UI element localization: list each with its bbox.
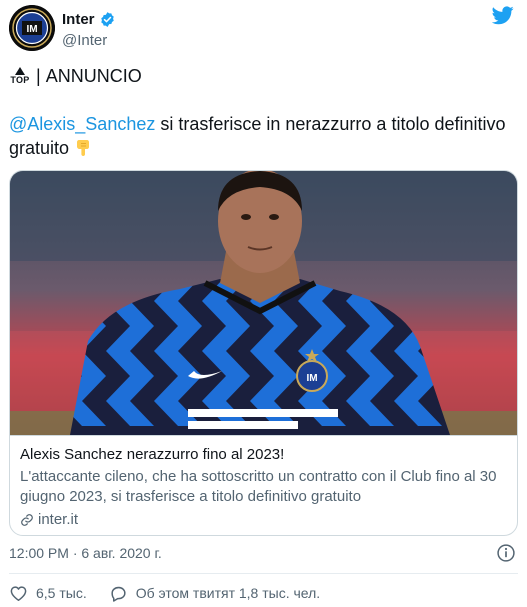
tweet-body: @Alexis_Sanchez si trasferisce in nerazz…: [9, 112, 509, 160]
backhand-index-pointing-down-icon: [77, 140, 90, 156]
card-image[interactable]: IM: [10, 171, 517, 435]
tweet-header: IM Inter @Inter: [9, 5, 518, 53]
like-action[interactable]: 6,5 тыс.: [9, 584, 87, 603]
inter-logo: IM: [9, 5, 55, 51]
discussion-action[interactable]: Об этом твитят 1,8 тыс. чел.: [109, 584, 320, 603]
card-title[interactable]: Alexis Sanchez nerazzurro fino al 2023!: [20, 445, 507, 465]
info-icon[interactable]: [496, 543, 516, 563]
account-name-row[interactable]: Inter: [62, 11, 116, 28]
card-description[interactable]: L'attaccante cileno, che ha sottoscritto…: [20, 467, 507, 507]
speech-bubble-icon[interactable]: [109, 584, 128, 603]
heart-icon[interactable]: [9, 584, 28, 603]
card-body[interactable]: Alexis Sanchez nerazzurro fino al 2023! …: [10, 435, 517, 535]
mention-link[interactable]: @Alexis_Sanchez: [9, 114, 155, 134]
tweet-actions: 6,5 тыс. Об этом твитят 1,8 тыс. чел.: [9, 582, 320, 604]
link-icon: [21, 514, 33, 526]
tweet-meta: 12:00 PM · 6 авг. 2020 г.: [9, 543, 518, 565]
verified-badge-icon: [100, 12, 114, 27]
separator: |: [36, 66, 41, 86]
tweet-headline: ANNUNCIO: [45, 66, 142, 86]
top-arrow-icon: [15, 67, 25, 75]
timestamp[interactable]: 12:00 PM · 6 авг. 2020 г.: [9, 545, 162, 561]
card-domain[interactable]: inter.it: [20, 510, 507, 530]
svg-text:IM: IM: [306, 373, 317, 384]
svg-text:IM: IM: [26, 24, 37, 35]
account-name[interactable]: Inter: [62, 11, 95, 28]
top-badge: TOP: [9, 67, 31, 85]
discussion-count[interactable]: Об этом твитят 1,8 тыс. чел.: [136, 585, 320, 601]
tweet-headline-line: TOP | ANNUNCIO: [9, 64, 509, 88]
tweet-text: TOP | ANNUNCIO @Alexis_Sanchez si trasfe…: [9, 64, 509, 160]
account-handle[interactable]: @Inter: [62, 32, 107, 49]
card-domain-text[interactable]: inter.it: [38, 510, 78, 530]
twitter-bird-icon[interactable]: [492, 6, 514, 25]
avatar[interactable]: IM: [9, 5, 55, 51]
like-count[interactable]: 6,5 тыс.: [36, 585, 87, 601]
divider: [9, 573, 518, 574]
link-card[interactable]: IM Alexis Sanchez nerazzurro fino al 202…: [9, 170, 518, 536]
